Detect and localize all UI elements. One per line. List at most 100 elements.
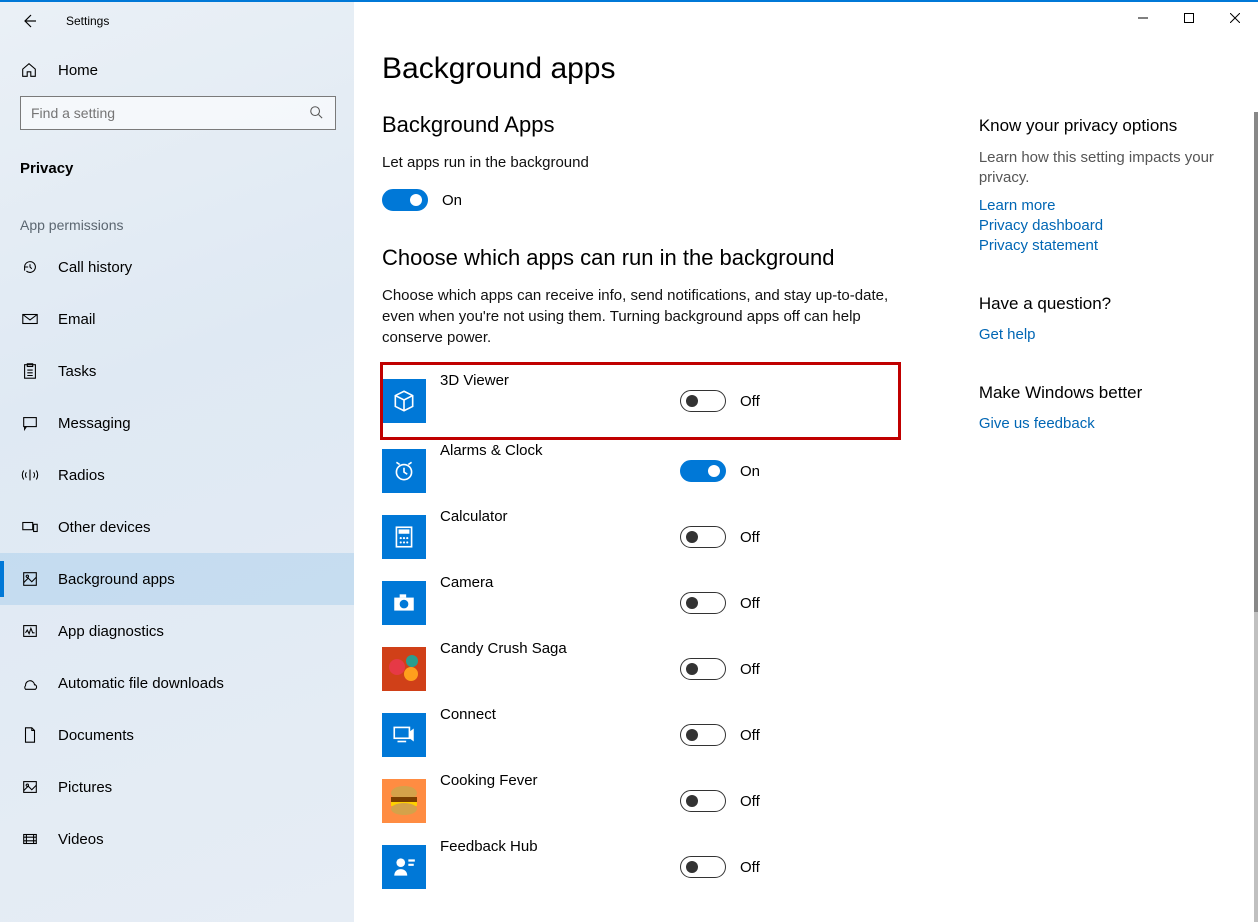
app-row-camera: Camera Off xyxy=(382,570,899,636)
pictures-icon xyxy=(20,777,40,797)
nav-item-label: App diagnostics xyxy=(58,623,164,640)
privacy-dashboard-link[interactable]: Privacy dashboard xyxy=(979,217,1228,234)
nav-list: Call history Email Tasks MessagingRadios Oth… xyxy=(0,241,354,865)
app-toggle[interactable] xyxy=(680,724,726,746)
app-row-feedback-hub: Feedback Hub Off xyxy=(382,834,899,900)
master-toggle-label: On xyxy=(442,192,462,209)
sidebar: Settings Home Privacy App permissions Ca… xyxy=(0,2,354,922)
privacy-options-heading: Know your privacy options xyxy=(979,116,1228,136)
maximize-button[interactable] xyxy=(1166,2,1212,34)
nav-item-label: Background apps xyxy=(58,571,175,588)
app-toggle-label: Off xyxy=(740,859,760,876)
titlebar-left: Settings xyxy=(0,2,354,40)
search-icon xyxy=(309,105,325,121)
app-toggle[interactable] xyxy=(680,526,726,548)
close-button[interactable] xyxy=(1212,2,1258,34)
document-icon xyxy=(20,725,40,745)
home-button[interactable]: Home xyxy=(0,40,354,96)
master-toggle-desc: Let apps run in the background xyxy=(382,152,899,173)
devices-icon xyxy=(20,517,40,537)
app-toggle[interactable] xyxy=(680,790,726,812)
nav-item-label: Videos xyxy=(58,831,104,848)
app-toggle-label: On xyxy=(740,463,760,480)
app-name-label: Calculator xyxy=(440,504,680,525)
app-list: 3D Viewer Off Alarms & Clock On Calculat… xyxy=(382,364,899,900)
nav-item-label: Tasks xyxy=(58,363,96,380)
app-name-label: Candy Crush Saga xyxy=(440,636,680,657)
sidebar-item-tasks[interactable]: Tasks xyxy=(0,345,354,397)
category-label: Privacy xyxy=(0,148,354,199)
app-name-label: Feedback Hub xyxy=(440,834,680,855)
alarm-icon xyxy=(382,449,426,493)
privacy-statement-link[interactable]: Privacy statement xyxy=(979,237,1228,254)
candy-icon xyxy=(382,647,426,691)
sidebar-item-videos[interactable]: Videos xyxy=(0,813,354,865)
home-label: Home xyxy=(58,62,98,79)
section-header: App permissions xyxy=(0,199,354,241)
sidebar-item-documents[interactable]: Documents xyxy=(0,709,354,761)
question-heading: Have a question? xyxy=(979,294,1228,314)
history-icon xyxy=(20,257,40,277)
app-toggle[interactable] xyxy=(680,592,726,614)
master-toggle[interactable] xyxy=(382,189,428,211)
nav-item-label: Automatic file downloads xyxy=(58,675,224,692)
sidebar-item-email[interactable]: Email xyxy=(0,293,354,345)
learn-more-link[interactable]: Learn more xyxy=(979,197,1228,214)
app-name-label: 3D Viewer xyxy=(440,368,680,389)
choose-apps-heading: Choose which apps can run in the backgro… xyxy=(382,245,899,271)
search-row xyxy=(0,96,354,148)
videos-icon xyxy=(20,829,40,849)
app-toggle-label: Off xyxy=(740,793,760,810)
minimize-button[interactable] xyxy=(1120,2,1166,34)
app-toggle-label: Off xyxy=(740,393,760,410)
side-column: Know your privacy options Learn how this… xyxy=(979,112,1228,900)
download-icon xyxy=(20,673,40,693)
app-title: Settings xyxy=(66,14,109,28)
search-input[interactable] xyxy=(31,105,291,121)
app-row-3d-viewer: 3D Viewer Off xyxy=(382,364,899,438)
app-toggle-label: Off xyxy=(740,529,760,546)
sidebar-item-app-diagnostics[interactable]: App diagnostics xyxy=(0,605,354,657)
app-toggle[interactable] xyxy=(680,390,726,412)
app-name-label: Camera xyxy=(440,570,680,591)
nav-item-label: Other devices xyxy=(58,519,151,536)
app-name-label: Alarms & Clock xyxy=(440,438,680,459)
window-controls xyxy=(1120,2,1258,34)
search-box[interactable] xyxy=(20,96,336,130)
app-toggle-label: Off xyxy=(740,595,760,612)
app-row-candy-crush-saga: Candy Crush Saga Off xyxy=(382,636,899,702)
scrollbar-thumb[interactable] xyxy=(1254,112,1258,612)
calculator-icon xyxy=(382,515,426,559)
feedback-link[interactable]: Give us feedback xyxy=(979,415,1228,432)
app-toggle-label: Off xyxy=(740,727,760,744)
background-apps-heading: Background Apps xyxy=(382,112,899,138)
app-toggle[interactable] xyxy=(680,658,726,680)
burger-icon xyxy=(382,779,426,823)
main-column: Background Apps Let apps run in the back… xyxy=(382,112,899,900)
better-heading: Make Windows better xyxy=(979,383,1228,403)
sidebar-item-automatic-file-downloads[interactable]: Automatic file downloads xyxy=(0,657,354,709)
back-button[interactable] xyxy=(20,12,38,30)
get-help-link[interactable]: Get help xyxy=(979,326,1228,343)
privacy-options-text: Learn how this setting impacts your priv… xyxy=(979,148,1228,189)
sidebar-item-pictures[interactable]: Pictures xyxy=(0,761,354,813)
feedback-icon xyxy=(382,845,426,889)
cube-icon xyxy=(382,379,426,423)
sidebar-item-call-history[interactable]: Call history xyxy=(0,241,354,293)
connect-icon xyxy=(382,713,426,757)
sidebar-item-other-devices[interactable]: Other devices xyxy=(0,501,354,553)
app-name-label: Connect xyxy=(440,702,680,723)
sidebar-item-background-apps[interactable]: Background apps xyxy=(0,553,354,605)
page-title: Background apps xyxy=(382,52,1228,86)
sidebar-item-messaging[interactable]: Messaging xyxy=(0,397,354,449)
app-row-calculator: Calculator Off xyxy=(382,504,899,570)
app-toggle[interactable] xyxy=(680,460,726,482)
camera-icon xyxy=(382,581,426,625)
nav-item-label: Email xyxy=(58,311,96,328)
app-name-label: Cooking Fever xyxy=(440,768,680,789)
sidebar-item-radios[interactable]: Radios xyxy=(0,449,354,501)
app-toggle[interactable] xyxy=(680,856,726,878)
messaging-icon xyxy=(20,413,40,433)
email-icon xyxy=(20,309,40,329)
background-icon xyxy=(20,569,40,589)
